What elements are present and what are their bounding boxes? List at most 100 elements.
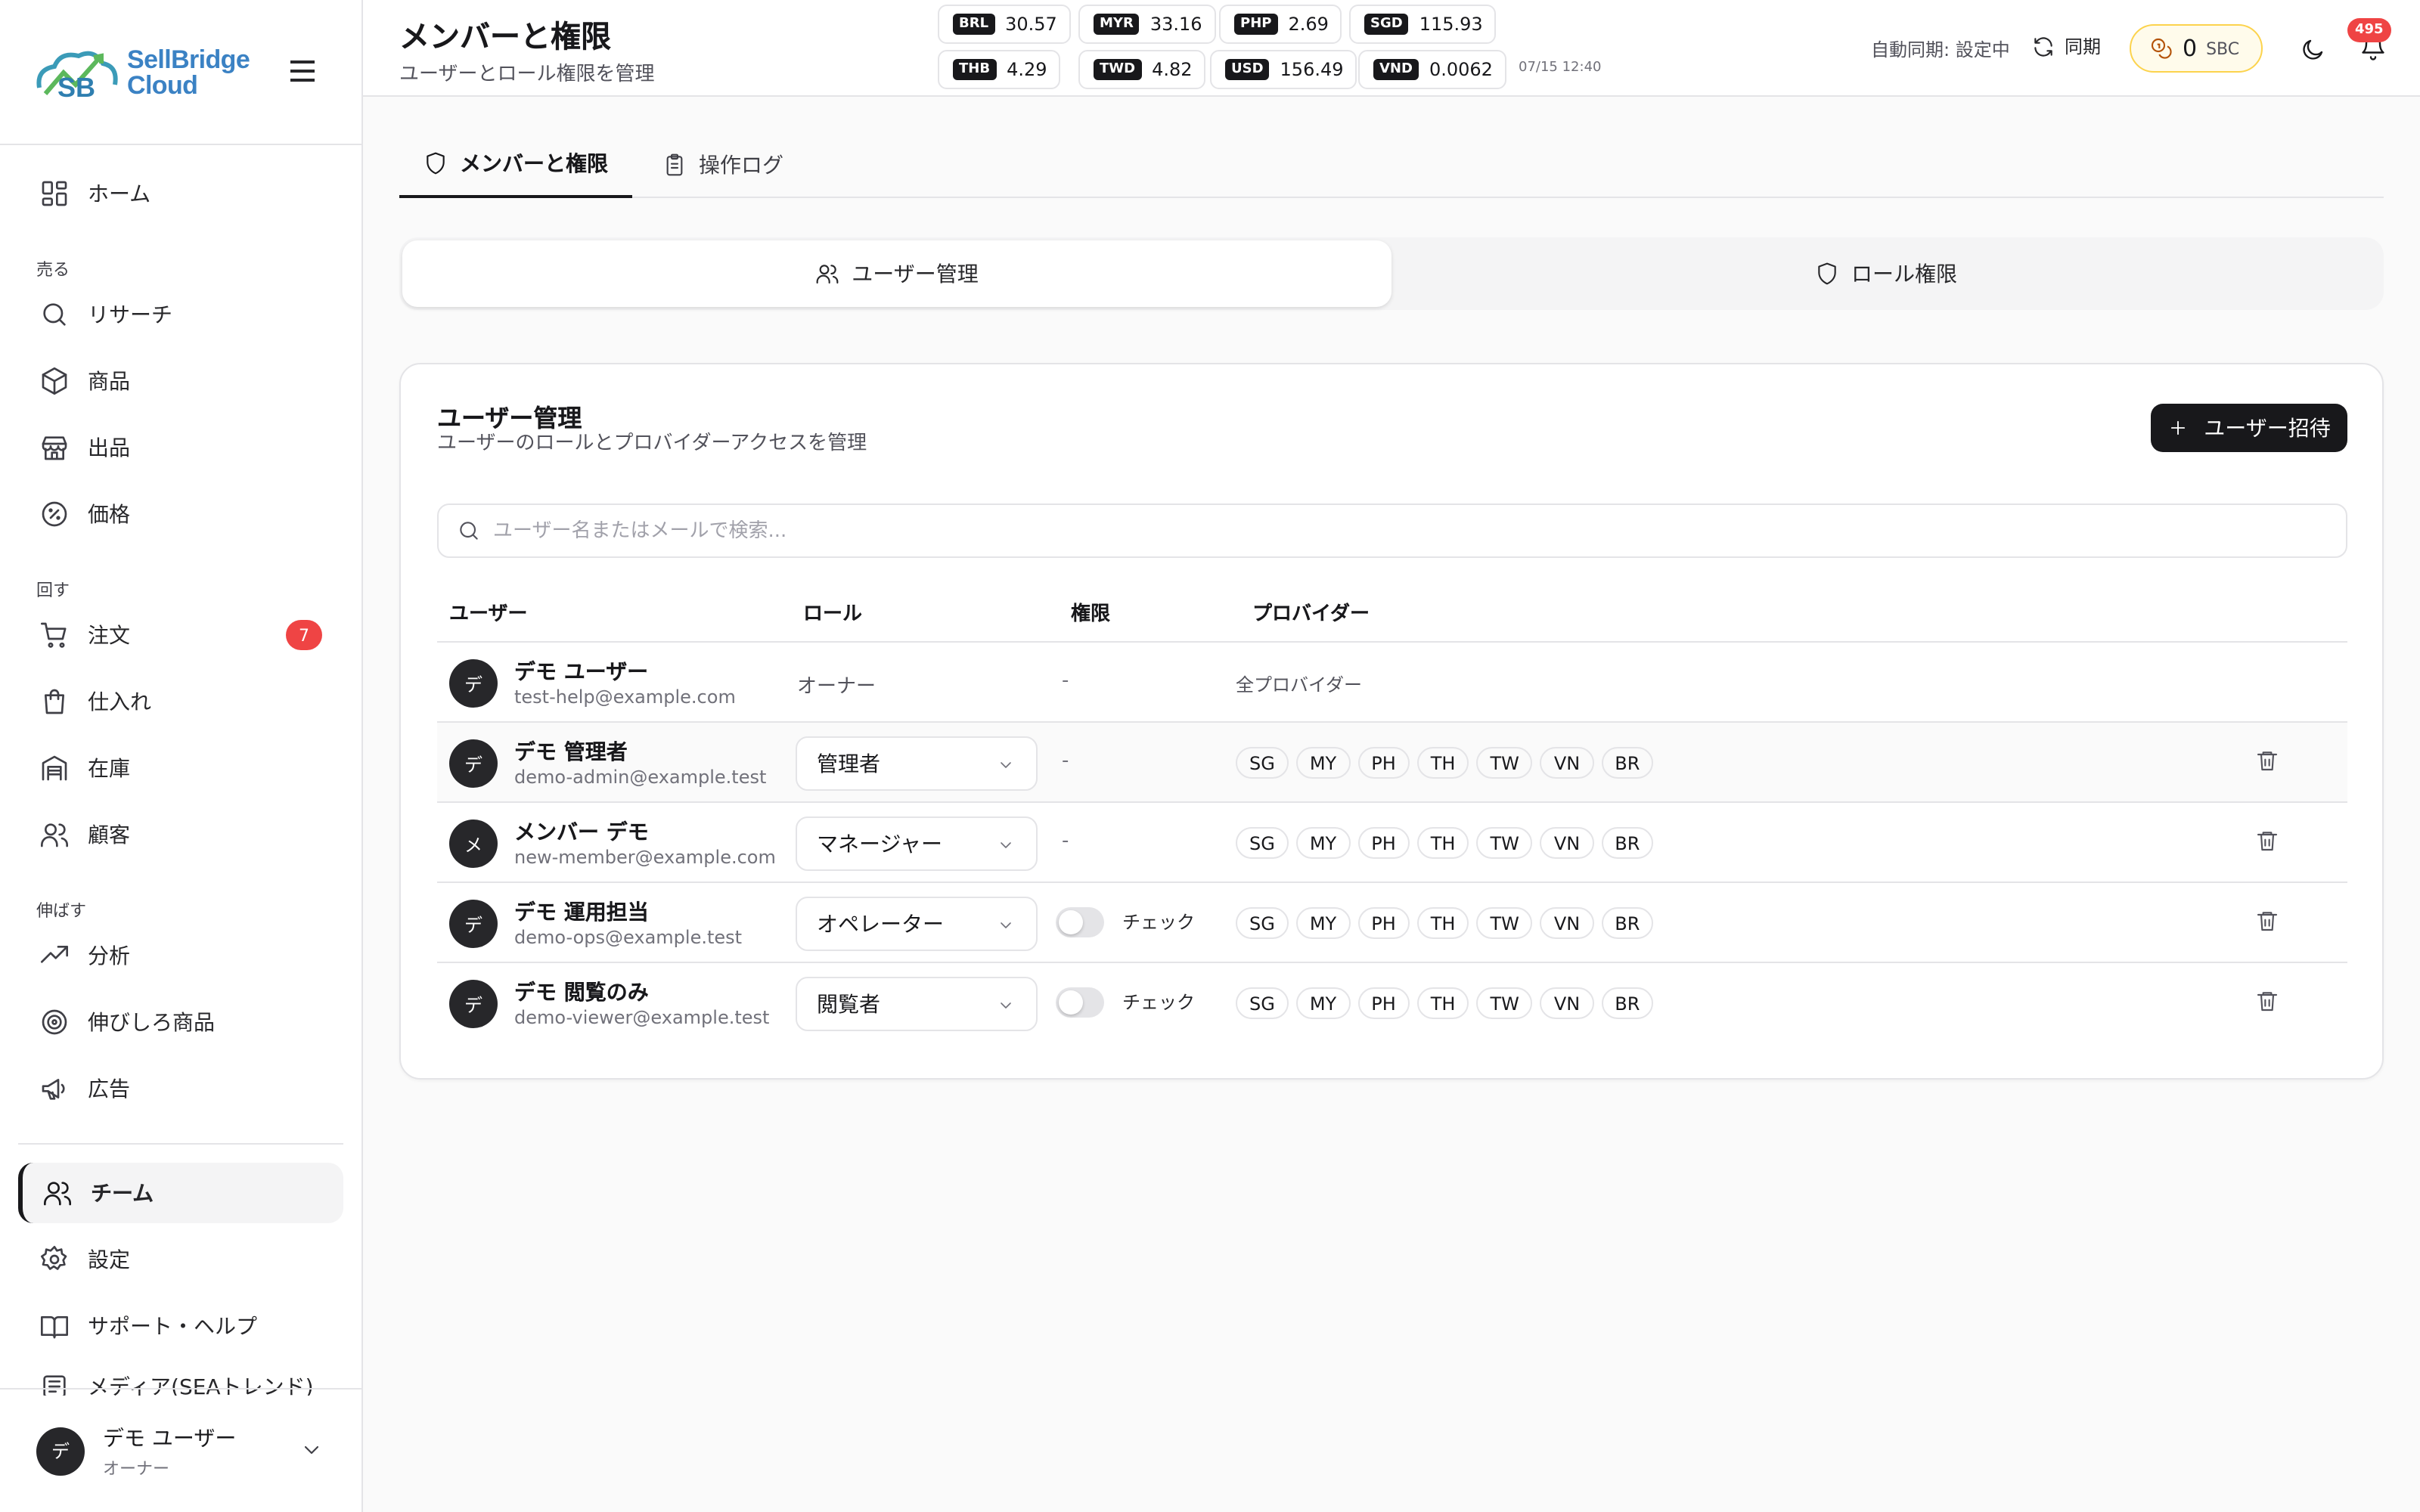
trash-icon[interactable] — [2255, 909, 2279, 933]
logo-icon: SB — [36, 50, 118, 102]
provider-chip[interactable]: SG — [1236, 987, 1289, 1019]
sidebar-item-label: 伸びしろ商品 — [88, 1012, 215, 1036]
user-name: デモ ユーザー — [103, 1427, 237, 1451]
role-value: オーナー — [797, 676, 876, 699]
permission-label: チェック — [1122, 992, 1196, 1013]
permission-toggle[interactable] — [1056, 987, 1104, 1018]
segment-users[interactable]: ユーザー管理 — [402, 240, 1392, 307]
sidebar-item-products[interactable]: 商品 — [18, 351, 343, 411]
sidebar-item-label: サポート・ヘルプ — [88, 1315, 257, 1340]
permission-toggle[interactable] — [1056, 907, 1104, 937]
rates-timestamp: 07/15 12:40 — [1519, 60, 1602, 76]
chevron-down-icon — [1001, 762, 1011, 768]
provider-chip[interactable]: PH — [1357, 827, 1410, 859]
avatar: デ — [449, 739, 498, 788]
tab-members[interactable]: メンバーと権限 — [399, 130, 632, 198]
provider-chip[interactable]: PH — [1357, 987, 1410, 1019]
moon-icon[interactable] — [2299, 36, 2326, 64]
sidebar-item-label: 価格 — [88, 503, 130, 528]
segment-roles[interactable]: ロール権限 — [1392, 240, 2381, 307]
sidebar-item-label: ホーム — [88, 183, 151, 207]
provider-chip[interactable]: VN — [1540, 747, 1594, 779]
provider-chip[interactable]: TW — [1476, 747, 1533, 779]
rate-chip: PHP 2.69 — [1219, 5, 1342, 44]
shield-icon — [1818, 262, 1836, 285]
sidebar-item-analytics[interactable]: 分析 — [18, 925, 343, 986]
provider-chip[interactable]: VN — [1540, 907, 1594, 939]
invite-user-button[interactable]: ユーザー招待 — [2151, 404, 2347, 452]
sync-button[interactable]: 同期 — [2031, 33, 2101, 59]
sidebar-item-growth-products[interactable]: 伸びしろ商品 — [18, 992, 343, 1052]
sidebar-item-label: 在庫 — [88, 758, 130, 782]
provider-chip[interactable]: TW — [1476, 987, 1533, 1019]
provider-chip[interactable]: BR — [1601, 747, 1654, 779]
sidebar-item-home[interactable]: ホーム — [18, 163, 343, 224]
search-input[interactable] — [493, 519, 2308, 542]
role-select[interactable]: オペレーター — [796, 897, 1038, 951]
table-row: デ デモ ユーザー test-help@example.com オーナー - 全… — [437, 643, 2347, 723]
divider — [18, 1143, 343, 1145]
megaphone-icon — [42, 1079, 65, 1100]
column-header-role: ロール — [803, 603, 863, 626]
menu-toggle-icon[interactable] — [290, 60, 315, 88]
provider-chip[interactable]: VN — [1540, 987, 1594, 1019]
sidebar-item-research[interactable]: リサーチ — [18, 284, 343, 345]
role-select[interactable]: マネージャー — [796, 816, 1038, 871]
provider-chip[interactable]: VN — [1540, 827, 1594, 859]
refresh-icon — [2034, 36, 2052, 56]
shield-icon — [427, 151, 445, 174]
shopping-bag-icon — [45, 689, 64, 714]
rate-chip: TWD 4.82 — [1078, 50, 1206, 89]
orders-count-badge: 7 — [286, 620, 322, 650]
users-icon — [41, 823, 68, 847]
provider-chip[interactable]: TW — [1476, 827, 1533, 859]
sidebar: SB SellBridge Cloud ホーム 売る リサーチ 商品 出品 価格… — [0, 0, 363, 1512]
search-icon — [43, 303, 66, 326]
users-icon — [44, 1182, 71, 1206]
role-select[interactable]: 閲覧者 — [796, 977, 1038, 1031]
user-menu[interactable]: デ デモ ユーザー オーナー — [0, 1388, 363, 1512]
avatar: メ — [449, 820, 498, 868]
rate-chip: VND 0.0062 — [1358, 50, 1506, 89]
sidebar-item-pricing[interactable]: 価格 — [18, 484, 343, 544]
role-select[interactable]: 管理者 — [796, 736, 1038, 791]
provider-chip[interactable]: TH — [1416, 827, 1469, 859]
provider-chip[interactable]: PH — [1357, 907, 1410, 939]
provider-chip[interactable]: BR — [1601, 827, 1654, 859]
sidebar-item-listing[interactable]: 出品 — [18, 417, 343, 478]
sidebar-item-label: チーム — [91, 1182, 154, 1207]
sidebar-item-inventory[interactable]: 在庫 — [18, 738, 343, 798]
auto-sync-status[interactable]: 自動同期: 設定中 — [1871, 36, 2010, 62]
provider-chip[interactable]: PH — [1357, 747, 1410, 779]
provider-chip[interactable]: MY — [1295, 827, 1351, 859]
sidebar-item-customers[interactable]: 顧客 — [18, 804, 343, 865]
table-row: デ デモ 閲覧のみ demo-viewer@example.test 閲覧者 チ… — [437, 963, 2347, 1043]
trash-icon[interactable] — [2255, 829, 2279, 853]
section-label-turn: 回す — [36, 581, 70, 600]
gear-icon — [41, 1246, 67, 1270]
tab-oplog[interactable]: 操作ログ — [662, 130, 783, 198]
provider-chip[interactable]: MY — [1295, 987, 1351, 1019]
trash-icon[interactable] — [2255, 989, 2279, 1013]
sidebar-item-purchasing[interactable]: 仕入れ — [18, 671, 343, 732]
sidebar-item-settings[interactable]: 設定 — [18, 1229, 343, 1290]
provider-chip[interactable]: SG — [1236, 827, 1289, 859]
provider-chip[interactable]: TW — [1476, 907, 1533, 939]
dashboard-icon — [42, 181, 67, 206]
trash-icon[interactable] — [2255, 748, 2279, 773]
provider-chip[interactable]: BR — [1601, 987, 1654, 1019]
provider-chip[interactable]: TH — [1416, 907, 1469, 939]
provider-chip[interactable]: MY — [1295, 907, 1351, 939]
sidebar-item-ads[interactable]: 広告 — [18, 1058, 343, 1119]
provider-chip[interactable]: SG — [1236, 747, 1289, 779]
provider-chip[interactable]: TH — [1416, 747, 1469, 779]
sidebar-item-support[interactable]: サポート・ヘルプ — [18, 1296, 343, 1356]
table-row: デ デモ 運用担当 demo-ops@example.test オペレーター チ… — [437, 883, 2347, 963]
provider-chip[interactable]: BR — [1601, 907, 1654, 939]
sbc-balance[interactable]: 0 SBC — [2130, 24, 2263, 73]
provider-chip[interactable]: MY — [1295, 747, 1351, 779]
provider-chip[interactable]: TH — [1416, 987, 1469, 1019]
sidebar-item-team[interactable]: チーム — [18, 1163, 343, 1223]
provider-chip[interactable]: SG — [1236, 907, 1289, 939]
sidebar-item-orders[interactable]: 注文 7 — [18, 605, 343, 665]
